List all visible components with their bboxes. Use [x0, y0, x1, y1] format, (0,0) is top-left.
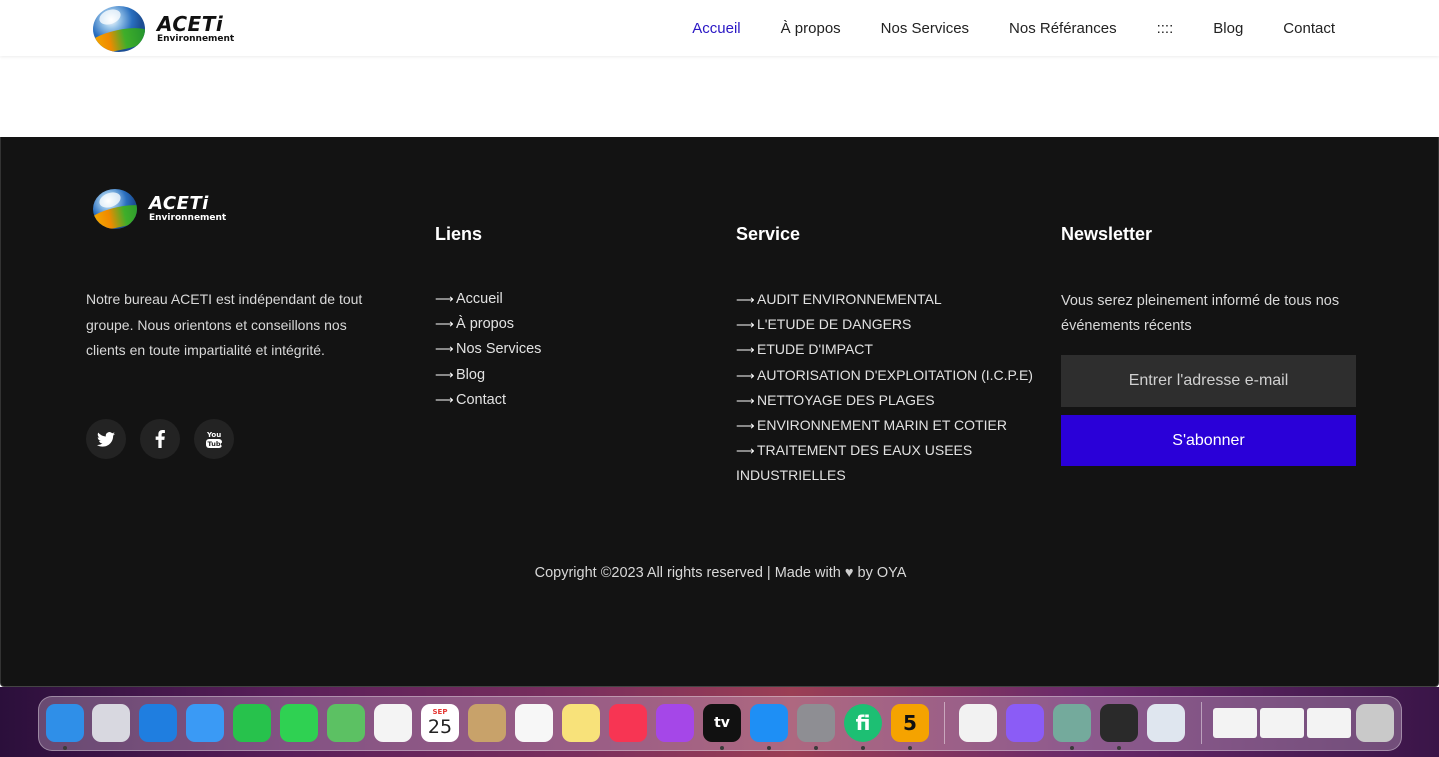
service-list: ⟶ AUDIT ENVIRONNEMENTAL ⟶ L'ETUDE DE DANGE…	[736, 289, 1033, 488]
footer-logo[interactable]: ACETi Environnement	[93, 187, 226, 231]
footer-link-contact[interactable]: ⟶ Contact	[435, 390, 541, 415]
messages-icon[interactable]	[280, 704, 318, 742]
running-indicator	[1117, 746, 1121, 750]
service-link[interactable]: ⟶ NETTOYAGE DES PLAGES	[736, 390, 1033, 415]
brand-name: ACETi	[157, 12, 224, 36]
arrow-right-icon: ⟶	[736, 292, 755, 307]
subscribe-button[interactable]: S'abonner	[1061, 415, 1356, 466]
service-link[interactable]: ⟶ AUTORISATION D'EXPLOITATION (I.C.P.E)	[736, 365, 1033, 390]
globe-logo-icon	[93, 189, 137, 229]
heart-icon: ♥	[844, 565, 854, 581]
nav-a-propos[interactable]: À propos	[781, 20, 841, 37]
appletv-icon[interactable]: tv	[703, 704, 741, 742]
facebook-icon[interactable]	[140, 419, 180, 459]
newsletter-email-input[interactable]	[1061, 355, 1356, 407]
podcasts-icon[interactable]	[656, 704, 694, 742]
arrow-right-icon: ⟶	[435, 341, 454, 357]
nav-nos-references[interactable]: Nos Référances	[1009, 20, 1117, 37]
maps-icon[interactable]	[327, 704, 365, 742]
arrow-right-icon: ⟶	[736, 417, 755, 433]
social-links: You Tube	[86, 419, 248, 459]
footer-link-blog[interactable]: ⟶ Blog	[435, 365, 541, 390]
music-icon[interactable]	[609, 704, 647, 742]
running-indicator	[63, 746, 67, 750]
nav-more[interactable]: ::::	[1157, 20, 1174, 37]
arrow-right-icon: ⟶	[435, 391, 454, 407]
notes-icon[interactable]	[562, 704, 600, 742]
mail-icon[interactable]	[186, 704, 224, 742]
chrome-icon[interactable]	[959, 704, 997, 742]
facetime-icon[interactable]	[233, 704, 271, 742]
window-thumb-2-icon[interactable]	[1260, 708, 1304, 738]
messenger-icon[interactable]	[1006, 704, 1044, 742]
about-text: Notre bureau ACETI est indépendant de to…	[86, 291, 363, 358]
contacts-icon[interactable]	[468, 704, 506, 742]
svg-text:Tube: Tube	[208, 440, 224, 448]
header-logo[interactable]: ACETi Environnement	[93, 5, 234, 53]
running-indicator	[908, 746, 912, 750]
youtube-icon[interactable]: You Tube	[194, 419, 234, 459]
site-header: ACETi Environnement Accueil À propos Nos…	[0, 0, 1439, 56]
twitter-icon[interactable]	[86, 419, 126, 459]
arrow-right-icon: ⟶	[736, 367, 755, 383]
service-link[interactable]: ⟶ ETUDE D'IMPACT	[736, 339, 1033, 364]
copyright-text: Copyright ©2023 All rights reserved | Ma…	[534, 565, 907, 581]
nav-contact[interactable]: Contact	[1283, 20, 1335, 37]
svg-text:You: You	[206, 431, 221, 439]
chatgpt-icon[interactable]	[1053, 704, 1091, 742]
site-footer: ACETi Environnement Notre bureau ACETI e…	[0, 137, 1439, 687]
record-icon[interactable]	[1100, 704, 1138, 742]
footer-link-accueil[interactable]: ⟶ Accueil	[435, 289, 541, 314]
photos-icon[interactable]	[374, 704, 412, 742]
main-nav: Accueil À propos Nos Services Nos Référa…	[652, 0, 1335, 56]
running-indicator	[720, 746, 724, 750]
appstore-icon[interactable]	[750, 704, 788, 742]
window-thumb-3-icon[interactable]	[1307, 708, 1351, 738]
launchpad-icon[interactable]	[92, 704, 130, 742]
nav-nos-services[interactable]: Nos Services	[881, 20, 969, 37]
arrow-right-icon: ⟶	[435, 316, 454, 332]
window-thumb-1-icon[interactable]	[1213, 708, 1257, 738]
running-indicator	[1070, 746, 1074, 750]
links-list: ⟶ Accueil ⟶ À propos ⟶ Nos Services ⟶ Blog ⟶…	[435, 289, 541, 415]
brand-name: ACETi	[149, 193, 209, 214]
globe-logo-icon	[93, 6, 145, 52]
service-link[interactable]: ⟶ L'ETUDE DE DANGERS	[736, 314, 1033, 339]
trash-icon[interactable]	[1356, 704, 1394, 742]
dock-separator	[1201, 702, 1202, 744]
footer-link-a-propos[interactable]: ⟶ À propos	[435, 314, 541, 339]
fiverr-icon[interactable]: fi	[844, 704, 882, 742]
arrow-right-icon: ⟶	[736, 317, 755, 333]
newsletter-title: Newsletter	[1061, 224, 1153, 244]
brand-subtitle: Environnement	[149, 213, 227, 223]
arrow-right-icon: ⟶	[435, 291, 454, 306]
running-indicator	[767, 746, 771, 750]
arrow-right-icon: ⟶	[736, 342, 755, 358]
preview-icon[interactable]	[1147, 704, 1185, 742]
arrow-right-icon: ⟶	[736, 392, 755, 408]
footer-link-nos-services[interactable]: ⟶ Nos Services	[435, 339, 541, 364]
dock-separator	[944, 702, 945, 744]
arrow-right-icon: ⟶	[736, 443, 755, 459]
calendar-icon[interactable]: SEP 25	[421, 704, 459, 742]
nav-blog[interactable]: Blog	[1213, 20, 1243, 37]
brand-subtitle: Environnement	[157, 34, 235, 44]
service-link[interactable]: ⟶ ENVIRONNEMENT MARIN ET COTIER	[736, 415, 1033, 440]
reminders-icon[interactable]	[515, 704, 553, 742]
service-title: Service	[736, 224, 801, 244]
safari-icon[interactable]	[139, 704, 177, 742]
service-link[interactable]: ⟶ TRAITEMENT DES EAUX USEES INDUSTRIELLES	[736, 438, 1016, 488]
service-link[interactable]: ⟶ AUDIT ENVIRONNEMENTAL	[736, 289, 1033, 314]
finder-icon[interactable]	[46, 704, 84, 742]
settings-icon[interactable]	[797, 704, 835, 742]
newsletter-text: Vous serez pleinement informé de tous no…	[1061, 293, 1340, 334]
links-title: Liens	[435, 224, 483, 244]
five-app-icon[interactable]: 5	[891, 704, 929, 742]
nav-accueil[interactable]: Accueil	[692, 20, 740, 37]
running-indicator	[814, 746, 818, 750]
running-indicator	[861, 746, 865, 750]
arrow-right-icon: ⟶	[435, 366, 454, 382]
